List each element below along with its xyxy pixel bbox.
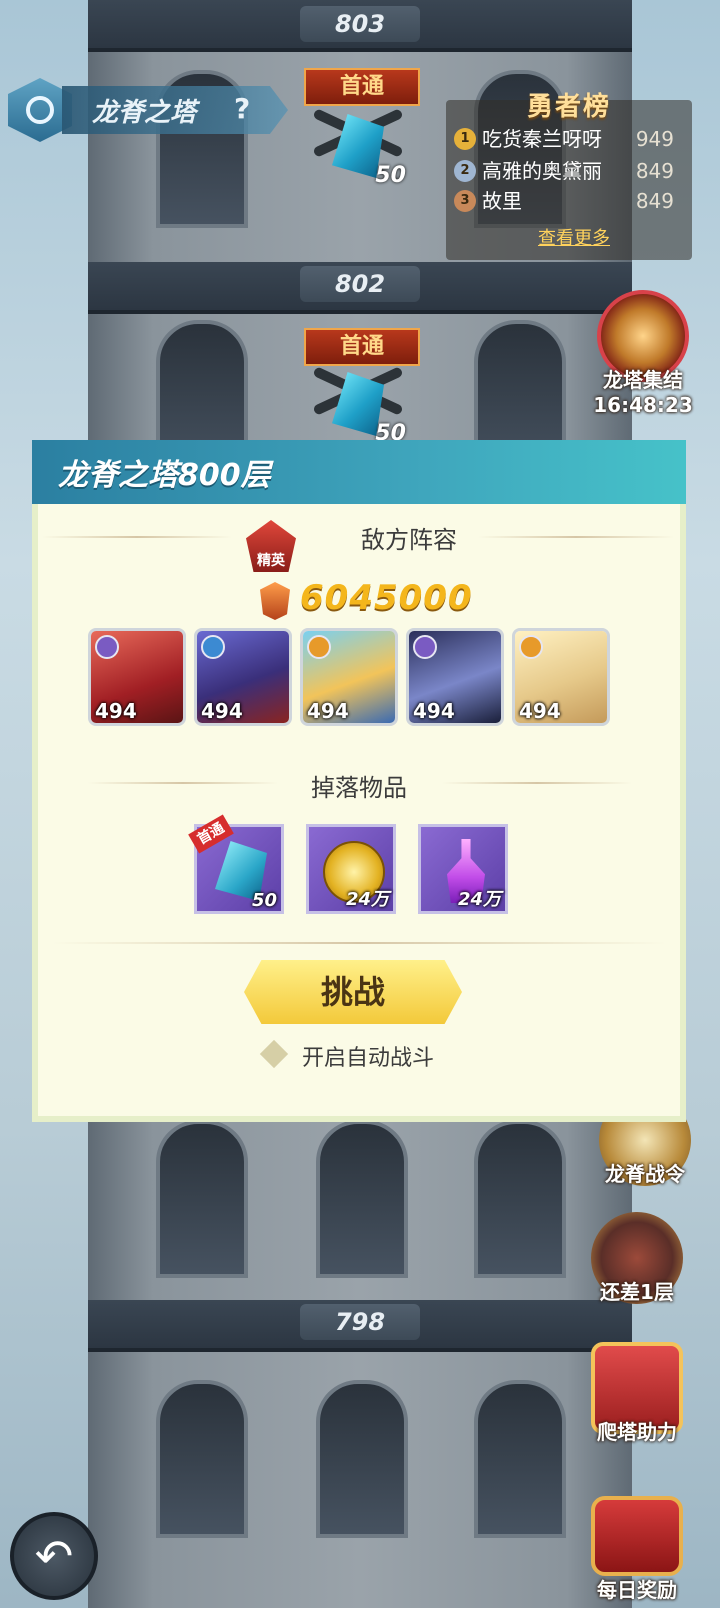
- remaining-label: 还差1层: [600, 1280, 674, 1304]
- class-icon: [201, 635, 225, 659]
- enemy-hero-card[interactable]: 494: [406, 628, 504, 726]
- tower-rally-button[interactable]: 龙塔集结 16:48:23: [588, 290, 698, 417]
- hero-level: 494: [95, 699, 137, 723]
- leaderboard: 勇者榜 1 吃货秦兰呀呀 949 2 高雅的奥黛丽 849 3 故里 849 查…: [446, 92, 692, 260]
- drops-section-title: 掉落物品: [311, 774, 407, 802]
- pass-label: 龙脊战令: [605, 1162, 685, 1186]
- floor-number: 802: [300, 266, 420, 302]
- tower-title: 龙脊之塔 ?: [8, 78, 288, 142]
- class-icon: [95, 635, 119, 659]
- rank-badge: 2: [454, 160, 476, 182]
- class-icon: [519, 635, 543, 659]
- player-score: 849: [635, 189, 674, 213]
- rank-badge: 3: [454, 190, 476, 212]
- power-icon: [260, 582, 290, 620]
- hero-level: 494: [307, 699, 349, 723]
- leaderboard-title: 勇者榜: [526, 92, 611, 122]
- daily-reward-button[interactable]: 每日奖励: [582, 1496, 692, 1603]
- leaderboard-row[interactable]: 1 吃货秦兰呀呀 949: [454, 124, 684, 154]
- enemy-hero-card[interactable]: 494: [300, 628, 398, 726]
- floor-reward[interactable]: 50: [310, 108, 406, 188]
- back-arrow-icon: ↶: [34, 1529, 74, 1583]
- arch: [316, 1380, 408, 1538]
- arch: [316, 1120, 408, 1278]
- floor-dialog: 龙脊之塔800层 精英 敌方阵容 6045000 494 494 494 494…: [32, 440, 686, 1122]
- enemy-hero-card[interactable]: 494: [512, 628, 610, 726]
- drop-item[interactable]: 首通 50: [188, 814, 284, 914]
- player-name: 吃货秦兰呀呀: [482, 127, 602, 151]
- hero-level: 494: [519, 699, 561, 723]
- auto-battle-label: 开启自动战斗: [302, 1046, 435, 1071]
- hero-level: 494: [201, 699, 243, 723]
- view-more-link[interactable]: 查看更多: [538, 224, 610, 250]
- enemy-power: 6045000: [300, 578, 473, 618]
- drop-item[interactable]: 24万: [306, 824, 396, 914]
- floor-number: 798: [300, 1304, 420, 1340]
- class-icon: [307, 635, 331, 659]
- daily-label: 每日奖励: [597, 1578, 677, 1602]
- chest-icon: [591, 1496, 683, 1576]
- rally-timer: 16:48:23: [593, 393, 693, 417]
- class-icon: [413, 635, 437, 659]
- arch: [156, 1120, 248, 1278]
- arch: [474, 1120, 566, 1278]
- first-clear-tag: 首通: [304, 328, 420, 366]
- arch: [474, 1380, 566, 1538]
- floor-reward[interactable]: 50: [310, 366, 406, 446]
- help-icon[interactable]: ?: [234, 92, 258, 126]
- climb-help-label: 爬塔助力: [597, 1420, 677, 1444]
- hero-level: 494: [413, 699, 455, 723]
- page-title: 龙脊之塔: [92, 98, 197, 128]
- remaining-floors-button[interactable]: 还差1层: [582, 1212, 692, 1305]
- player-name: 故里: [482, 189, 522, 213]
- rank-badge: 1: [454, 128, 476, 150]
- enemy-hero-card[interactable]: 494: [88, 628, 186, 726]
- player-name: 高雅的奥黛丽: [482, 159, 602, 183]
- leaderboard-row[interactable]: 2 高雅的奥黛丽 849: [454, 156, 684, 186]
- item-quantity: 24万: [457, 889, 501, 910]
- first-clear-tag: 首通: [304, 68, 420, 106]
- climb-help-button[interactable]: 爬塔助力: [582, 1342, 692, 1445]
- challenge-button[interactable]: 挑战: [244, 960, 462, 1024]
- back-button[interactable]: ↶: [10, 1512, 98, 1600]
- floor-number: 803: [300, 6, 420, 42]
- player-score: 849: [635, 159, 674, 183]
- divider: [52, 942, 666, 944]
- enemy-section-title: 敌方阵容: [361, 526, 457, 554]
- reward-count: 50: [375, 163, 406, 188]
- drop-item[interactable]: 24万: [418, 824, 508, 914]
- item-quantity: 24万: [345, 889, 389, 910]
- player-score: 949: [635, 127, 674, 151]
- enemy-hero-card[interactable]: 494: [194, 628, 292, 726]
- dialog-title: 龙脊之塔800层: [58, 458, 271, 493]
- item-quantity: 50: [251, 890, 277, 911]
- rally-label: 龙塔集结: [603, 368, 683, 392]
- leaderboard-row[interactable]: 3 故里 849: [454, 186, 684, 216]
- arch: [156, 1380, 248, 1538]
